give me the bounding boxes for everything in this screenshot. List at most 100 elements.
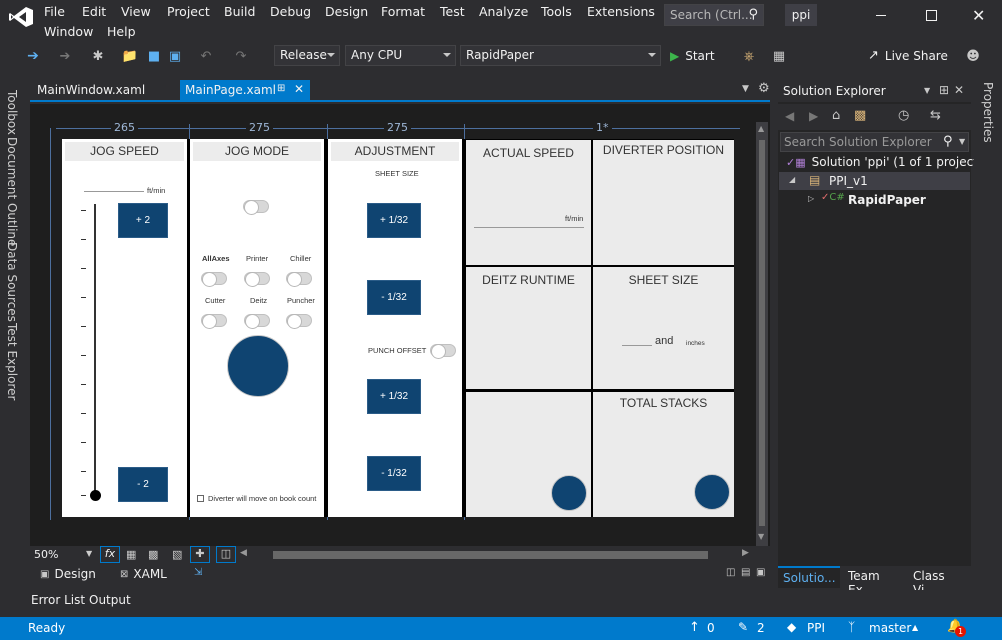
hscroll-left-icon[interactable]: ◀ — [240, 548, 247, 558]
ruler-col4-width[interactable]: 1* — [593, 121, 612, 135]
toggle-chiller[interactable] — [286, 272, 312, 287]
save-all-icon[interactable]: ▣ — [166, 47, 184, 65]
menu-build[interactable]: Build — [224, 4, 255, 19]
back-icon[interactable]: ➔ — [24, 47, 42, 65]
new-project-icon[interactable]: ✱ — [89, 47, 107, 65]
pencil-icon[interactable]: ✎ — [738, 620, 748, 634]
menu-view[interactable]: View — [121, 4, 151, 19]
save-icon[interactable]: ■ — [145, 47, 163, 65]
status-branch[interactable]: master — [869, 621, 911, 635]
side-tab-properties[interactable]: Properties — [976, 82, 1000, 143]
tab-settings-gear-icon[interactable]: ⚙ — [758, 81, 770, 96]
menu-window[interactable]: Window — [44, 24, 93, 39]
menu-debug[interactable]: Debug — [270, 4, 311, 19]
ruler-col3-width[interactable]: 275 — [384, 121, 411, 135]
side-tab-toolbox[interactable]: Toolbox — [0, 82, 24, 142]
close-icon[interactable]: ✕ — [294, 82, 304, 96]
se-back-icon[interactable]: ◀ — [785, 109, 794, 123]
panel-close-icon[interactable]: ✕ — [954, 83, 964, 97]
horizontal-scroll-thumb[interactable] — [273, 551, 708, 559]
split-horizontal-icon[interactable]: ▤ — [741, 567, 750, 578]
tab-main-window[interactable]: MainWindow.xaml — [30, 80, 176, 100]
tree-folder-row[interactable]: ◢ ▤ PPI_v1 — [779, 172, 970, 190]
se-sync-icon[interactable]: ⇆ — [930, 108, 941, 123]
menu-test[interactable]: Test — [440, 4, 465, 19]
checkerboard-icon[interactable]: ▧ — [172, 548, 182, 561]
menu-tools[interactable]: Tools — [541, 4, 572, 19]
repo-icon[interactable]: ◆ — [787, 620, 796, 634]
startup-project-select[interactable]: RapidPaper — [460, 45, 661, 66]
split-vertical-icon[interactable]: ◫ — [726, 567, 735, 578]
tab-main-page[interactable]: MainPage.xaml ⊞ ✕ — [180, 80, 310, 102]
menu-edit[interactable]: Edit — [82, 4, 106, 19]
jog-speed-slider-track[interactable] — [94, 204, 96, 496]
se-forward-icon[interactable]: ▶ — [809, 109, 818, 123]
menu-analyze[interactable]: Analyze — [479, 4, 528, 19]
ruler-col2-width[interactable]: 275 — [246, 121, 273, 135]
branch-icon[interactable]: ᛉ — [848, 620, 855, 634]
designer-vertical-scrollbar[interactable]: ▲ ▼ — [756, 122, 768, 546]
tree-solution-row[interactable]: ✓▦ Solution 'ppi' (1 of 1 project) — [786, 155, 983, 169]
live-share-button[interactable]: ↗ Live Share — [868, 48, 948, 63]
redo-icon[interactable]: ↷ — [232, 47, 250, 65]
side-tab-document-outline[interactable]: Document Outline — [0, 137, 24, 246]
configuration-select[interactable]: Release — [274, 45, 340, 66]
tab-error-list[interactable]: Error List — [31, 593, 85, 607]
status-pencil-count[interactable]: 2 — [757, 621, 765, 635]
close-window-button[interactable]: ✕ — [972, 6, 985, 25]
toggle-allaxes[interactable] — [201, 272, 227, 287]
maximize-button[interactable] — [926, 10, 937, 21]
tab-output[interactable]: Output — [89, 593, 131, 607]
menu-extensions[interactable]: Extensions — [587, 4, 655, 19]
scroll-down-icon[interactable]: ▼ — [758, 532, 764, 541]
search-input[interactable]: Search (Ctrl... — [670, 8, 753, 22]
tab-dropdown-icon[interactable]: ▼ — [742, 84, 749, 94]
menu-project[interactable]: Project — [167, 4, 210, 19]
tree-project-row[interactable]: ▷ ✓C# RapidPaper — [779, 191, 970, 209]
scroll-thumb[interactable] — [759, 140, 765, 526]
jog-speed-slider-thumb[interactable] — [90, 490, 101, 501]
diverter-checkbox[interactable] — [197, 495, 204, 502]
punch-offset-plus-button[interactable]: + 1/32 — [367, 379, 421, 414]
toolbar-extra-icon[interactable]: ▦ — [770, 47, 788, 65]
se-switch-views-icon[interactable]: ▩ — [854, 108, 866, 123]
jog-mode-master-toggle[interactable] — [243, 200, 269, 215]
menu-help[interactable]: Help — [107, 24, 136, 39]
forward-icon[interactable]: ➔ — [56, 47, 74, 65]
search-box[interactable]: Search (Ctrl... ⚲ — [664, 4, 764, 26]
platform-select[interactable]: Any CPU — [345, 45, 456, 66]
collapse-pane-icon[interactable]: ▣ — [756, 567, 765, 578]
device-icon[interactable]: ◫ — [216, 546, 236, 563]
xaml-tab[interactable]: ⊠ XAML — [120, 565, 167, 583]
toggle-deitz[interactable] — [244, 314, 270, 329]
formula-icon[interactable]: fx — [100, 546, 120, 563]
undo-icon[interactable]: ↶ — [197, 47, 215, 65]
menu-file[interactable]: File — [44, 4, 65, 19]
feedback-icon[interactable]: ☻ — [964, 47, 982, 65]
se-history-icon[interactable]: ◷ — [898, 108, 909, 123]
status-repo[interactable]: PPI — [807, 621, 825, 635]
toggle-puncher[interactable] — [286, 314, 312, 329]
push-arrow-icon[interactable]: ↑ — [689, 620, 700, 635]
effects-icon[interactable]: ▩ — [148, 548, 158, 561]
snap-icon[interactable]: ✚ — [190, 546, 210, 563]
hscroll-right-icon[interactable]: ▶ — [742, 548, 749, 558]
scroll-up-icon[interactable]: ▲ — [758, 124, 764, 133]
punch-offset-minus-button[interactable]: - 1/32 — [367, 456, 421, 491]
menu-format[interactable]: Format — [381, 4, 425, 19]
menu-design[interactable]: Design — [325, 4, 368, 19]
se-search-box[interactable]: Search Solution Explorer (Ctrl+;) ⚲ ▼ — [780, 132, 969, 152]
se-search-input[interactable]: Search Solution Explorer (Ctrl+;) — [784, 135, 932, 149]
ruler-col1-width[interactable]: 265 — [111, 121, 138, 135]
grid-icon[interactable]: ▦ — [126, 548, 136, 561]
total-stacks-round-button[interactable] — [694, 474, 730, 510]
start-button[interactable]: ▶ Start — [670, 47, 715, 65]
sheet-size-plus-button[interactable]: + 1/32 — [367, 203, 421, 238]
sheet-size-minus-button[interactable]: - 1/32 — [367, 280, 421, 315]
browser-link-icon[interactable]: ⎈ — [740, 47, 758, 65]
pin-icon[interactable]: ⊞ — [277, 83, 285, 94]
tab-team-explorer[interactable]: Team Ex... — [842, 566, 906, 597]
swap-panes-icon[interactable]: ⇲ — [194, 567, 202, 578]
punch-offset-toggle[interactable] — [430, 344, 456, 359]
tab-solution-explorer[interactable]: Solutio... — [778, 566, 840, 588]
